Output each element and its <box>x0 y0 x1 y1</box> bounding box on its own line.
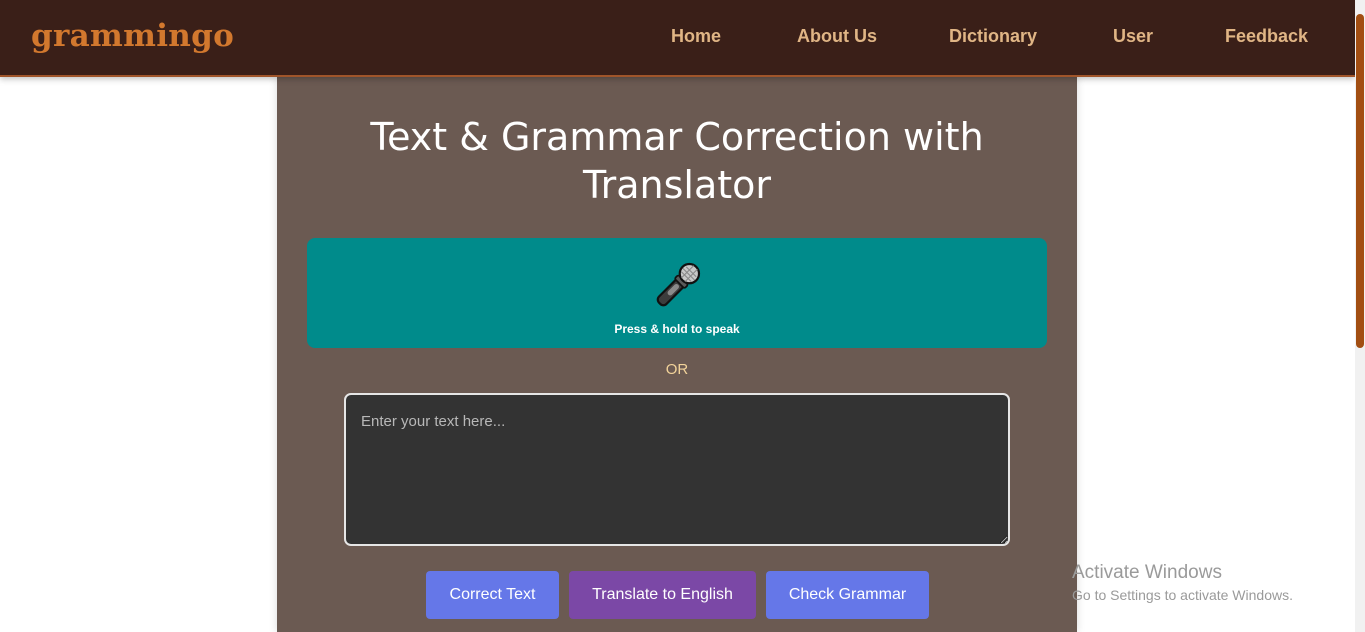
main-card: Text & Grammar Correction with Translato… <box>277 77 1077 632</box>
speak-button[interactable]: Press & hold to speak <box>307 238 1047 348</box>
nav-link-home[interactable]: Home <box>671 26 721 47</box>
scrollbar-thumb[interactable] <box>1356 14 1364 348</box>
nav-link-user[interactable]: User <box>1113 26 1153 47</box>
nav-link-feedback[interactable]: Feedback <box>1225 26 1308 47</box>
nav-link-about-us[interactable]: About Us <box>797 26 877 47</box>
watermark-subtitle: Go to Settings to activate Windows. <box>1072 587 1293 603</box>
watermark-title: Activate Windows <box>1072 562 1222 583</box>
nav-link-dictionary[interactable]: Dictionary <box>949 26 1037 47</box>
correct-text-button[interactable]: Correct Text <box>426 571 559 619</box>
speak-hint-label: Press & hold to speak <box>614 322 740 336</box>
page-title: Text & Grammar Correction with Translato… <box>370 115 984 207</box>
or-divider-text: OR <box>665 361 689 378</box>
top-navbar: grammingo Home About Us Dictionary User … <box>0 0 1355 77</box>
check-grammar-button[interactable]: Check Grammar <box>766 571 929 619</box>
page-scrollbar[interactable] <box>1355 0 1365 632</box>
brand-logo[interactable]: grammingo <box>31 18 234 54</box>
windows-activation-watermark: Activate Windows Go to Settings to activ… <box>1072 562 1293 603</box>
text-input-area[interactable] <box>344 393 1010 546</box>
microphone-icon <box>656 262 701 307</box>
translate-to-english-button[interactable]: Translate to English <box>569 571 756 619</box>
